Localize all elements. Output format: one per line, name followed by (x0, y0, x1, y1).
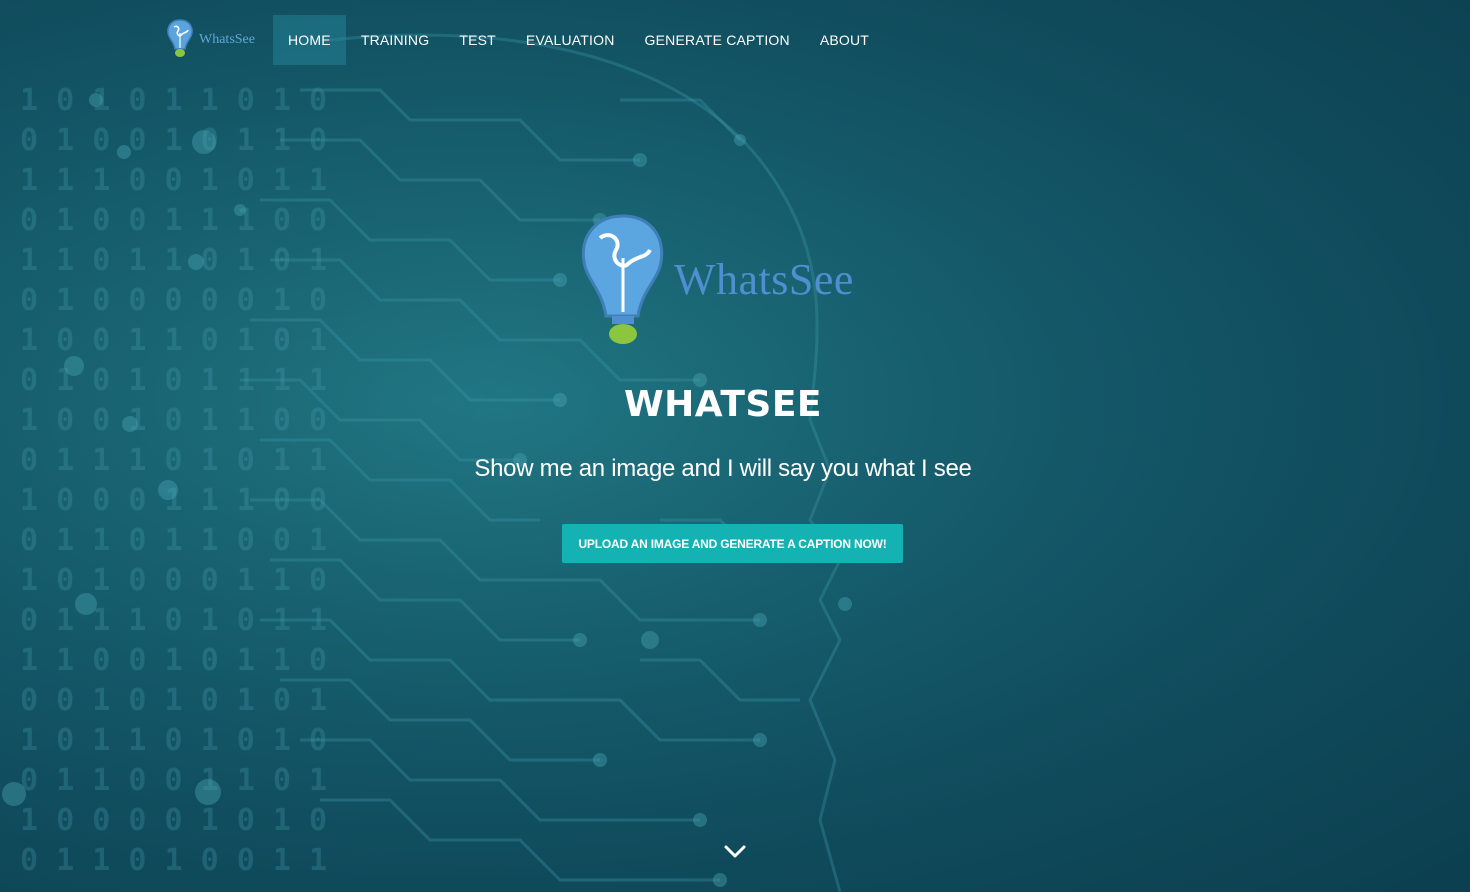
hero-logo-text: WhatsSee (674, 255, 854, 304)
nav-item-home[interactable]: HOME (273, 15, 346, 65)
svg-text:1 0 1 0 0 0 1 1 0: 1 0 1 0 0 0 1 1 0 (20, 563, 327, 598)
svg-text:0 1 0 0 0 0 0 1 0: 0 1 0 0 0 0 0 1 0 (20, 283, 327, 318)
svg-text:0 1 1 0 1 1 0 0 1: 0 1 1 0 1 1 0 0 1 (20, 523, 327, 558)
svg-text:0 0 1 0 1 0 1 0 1: 0 0 1 0 1 0 1 0 1 (20, 683, 327, 718)
hero-subtitle: Show me an image and I will say you what… (474, 455, 972, 482)
brand-logo[interactable]: WhatsSee (165, 18, 255, 62)
svg-text:0 1 1 0 1 0 0 1 1: 0 1 1 0 1 0 0 1 1 (20, 843, 327, 878)
upload-and-caption-button[interactable]: UPLOAD AN IMAGE AND GENERATE A CAPTION N… (562, 524, 903, 563)
svg-text:1 0 1 0 1 1 0 1 0: 1 0 1 0 1 1 0 1 0 (20, 83, 327, 118)
chevron-down-icon[interactable] (721, 840, 749, 864)
svg-text:0 1 1 0 0 1 1 0 1: 0 1 1 0 0 1 1 0 1 (20, 763, 327, 798)
svg-text:1 0 0 1 1 0 1 0 1: 1 0 0 1 1 0 1 0 1 (20, 323, 327, 358)
page-title: WHATSEE (623, 384, 823, 425)
svg-text:1 0 1 1 0 1 0 1 0: 1 0 1 1 0 1 0 1 0 (20, 723, 327, 758)
hero-logo: WhatsSee (578, 212, 878, 352)
svg-text:1 1 0 0 1 0 1 1 0: 1 1 0 0 1 0 1 1 0 (20, 643, 327, 678)
nav-item-evaluation[interactable]: EVALUATION (511, 15, 630, 65)
nav-item-test[interactable]: TEST (444, 15, 511, 65)
nav-item-about[interactable]: ABOUT (805, 15, 884, 65)
brand-name: WhatsSee (199, 32, 255, 47)
svg-text:1 1 1 0 0 1 0 1 1: 1 1 1 0 0 1 0 1 1 (20, 163, 327, 198)
main-nav: HOME TRAINING TEST EVALUATION GENERATE C… (273, 15, 884, 65)
navbar: WhatsSee HOME TRAINING TEST EVALUATION G… (0, 0, 1470, 80)
lightbulb-globe-icon (165, 18, 195, 63)
nav-item-training[interactable]: TRAINING (346, 15, 445, 65)
circuit-head-background: 1 0 1 0 1 1 0 1 0 0 1 0 0 1 0 1 1 0 1 1 … (0, 0, 1470, 892)
nav-item-generate-caption[interactable]: GENERATE CAPTION (630, 15, 805, 65)
hero-section: 1 0 1 0 1 1 0 1 0 0 1 0 0 1 0 1 1 0 1 1 … (0, 0, 1470, 892)
svg-text:0 1 0 0 1 1 1 0 0: 0 1 0 0 1 1 1 0 0 (20, 203, 327, 238)
svg-text:1 0 0 0 0 1 0 1 0: 1 0 0 0 0 1 0 1 0 (20, 803, 327, 838)
